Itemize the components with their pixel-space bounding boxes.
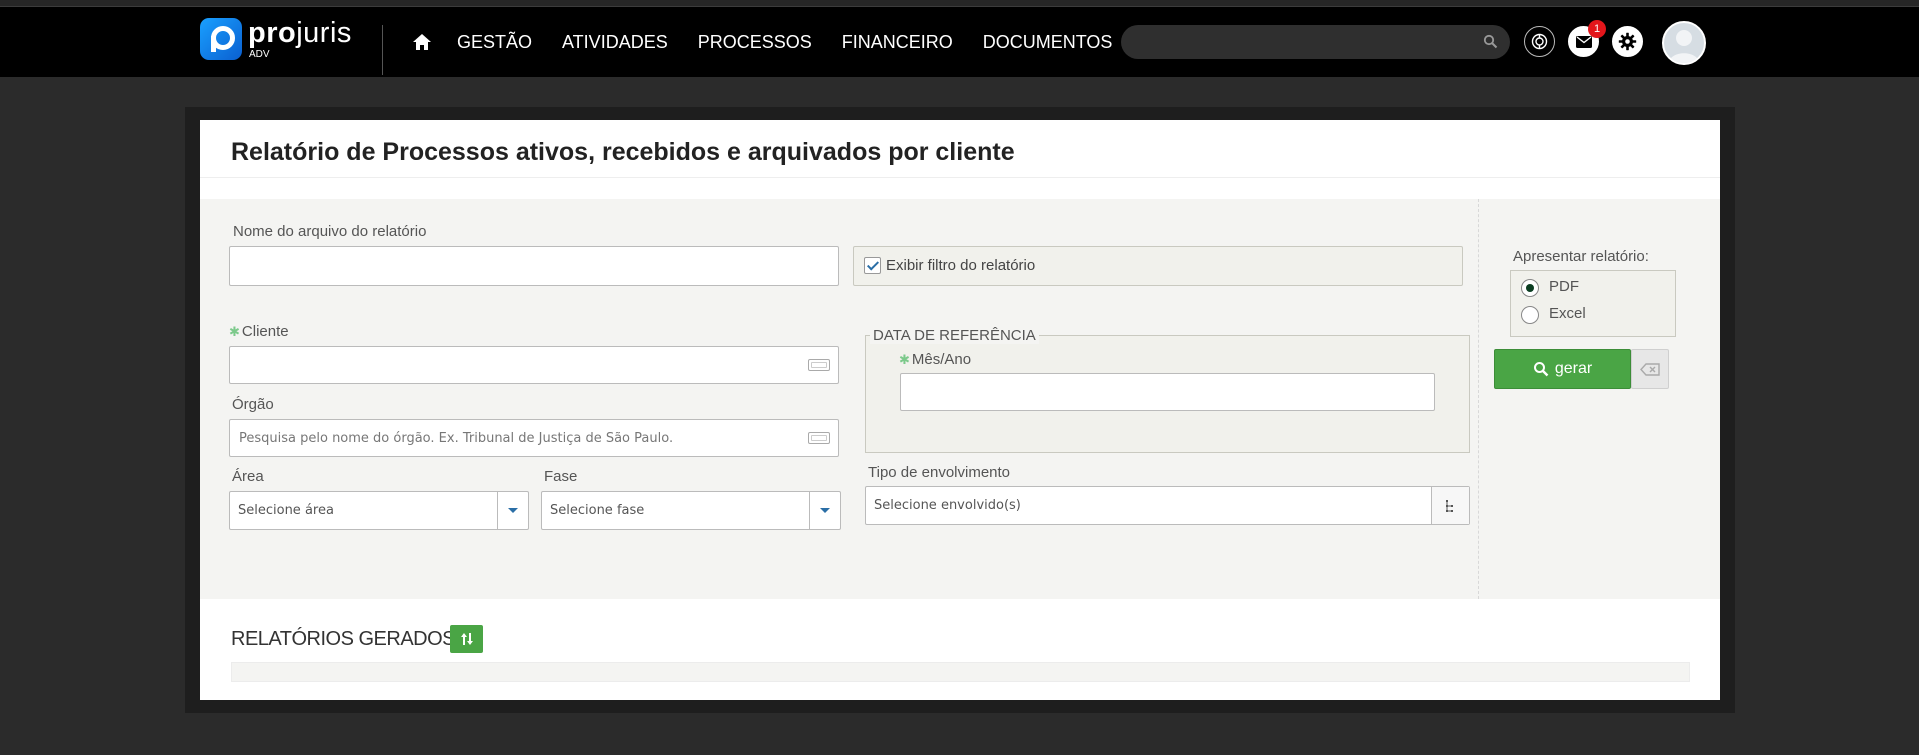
gerar-button[interactable]: gerar	[1494, 349, 1631, 389]
top-strip	[0, 0, 1919, 7]
nav-atividades[interactable]: ATIVIDADES	[562, 32, 668, 53]
area-select[interactable]: Selecione área	[229, 491, 529, 530]
nav-documentos[interactable]: DOCUMENTOS	[983, 32, 1113, 53]
ai-assistant-button[interactable]	[1524, 26, 1555, 57]
exibir-filtro-option[interactable]: Exibir filtro do relatório	[853, 246, 1463, 286]
user-silhouette-icon	[1669, 30, 1699, 63]
global-search	[1121, 25, 1510, 59]
envelope-icon	[1575, 35, 1592, 48]
apresentar-label: Apresentar relatório:	[1513, 248, 1649, 265]
settings-button[interactable]	[1612, 26, 1643, 57]
user-avatar[interactable]	[1662, 21, 1706, 65]
page-title: Relatório de Processos ativos, recebidos…	[231, 138, 1015, 166]
home-icon[interactable]	[411, 31, 433, 53]
gear-icon	[1618, 32, 1637, 51]
radio-pdf[interactable]	[1521, 279, 1539, 297]
chevron-down-icon[interactable]	[497, 492, 528, 529]
projuris-logo-icon	[200, 18, 242, 60]
column-divider	[1478, 199, 1479, 599]
sort-button[interactable]	[450, 625, 483, 653]
nav-gestao[interactable]: GESTÃO	[457, 32, 532, 53]
nome-arquivo-input[interactable]	[230, 247, 838, 285]
title-divider	[200, 177, 1720, 178]
search-icon	[1533, 362, 1549, 377]
nav-financeiro[interactable]: FINANCEIRO	[842, 32, 953, 53]
logo-wordmark: projuris	[248, 16, 352, 49]
radio-excel-label[interactable]: Excel	[1549, 305, 1586, 322]
relatorios-gerados-list	[231, 662, 1690, 682]
search-icon[interactable]	[1483, 34, 1498, 49]
projuris-logo[interactable]: projuris ADV	[200, 18, 352, 60]
nav-divider	[382, 25, 383, 75]
nav-processos[interactable]: PROCESSOS	[698, 32, 812, 53]
orgao-input[interactable]	[230, 420, 838, 456]
nome-arquivo-field	[229, 246, 839, 286]
tipo-envolvimento-value: Selecione envolvido(s)	[874, 498, 1021, 513]
chevron-down-icon[interactable]	[809, 492, 840, 529]
tipo-envolvimento-label: Tipo de envolvimento	[868, 464, 1011, 481]
report-panel: Relatório de Processos ativos, recebidos…	[200, 120, 1720, 700]
main-nav: GESTÃO ATIVIDADES PROCESSOS FINANCEIRO D…	[411, 7, 1142, 77]
lookup-icon[interactable]	[808, 432, 830, 444]
formato-radio-group: PDF Excel	[1510, 270, 1676, 337]
exibir-filtro-checkbox[interactable]	[864, 257, 881, 274]
ai-assistant-icon	[1531, 33, 1548, 50]
area-label: Área	[232, 468, 264, 485]
clear-button[interactable]	[1631, 349, 1669, 389]
exibir-filtro-label: Exibir filtro do relatório	[886, 257, 1036, 274]
radio-excel[interactable]	[1521, 306, 1539, 324]
fase-label: Fase	[544, 468, 578, 485]
radio-pdf-label[interactable]: PDF	[1549, 278, 1579, 295]
lookup-icon[interactable]	[808, 359, 830, 371]
orgao-label: Órgão	[232, 396, 274, 413]
required-asterisk-icon: ✱	[229, 324, 240, 339]
messages-button[interactable]: 1	[1568, 20, 1606, 57]
orgao-field	[229, 419, 839, 457]
cliente-label: ✱ Cliente	[229, 323, 289, 340]
tree-list-icon	[1445, 499, 1453, 512]
logo-subtitle: ADV	[249, 48, 270, 60]
mes-ano-input[interactable]	[901, 374, 1434, 410]
required-asterisk-icon: ✱	[899, 352, 910, 367]
relatorios-gerados-title: RELATÓRIOS GERADOS	[231, 628, 456, 650]
fase-select[interactable]: Selecione fase	[541, 491, 841, 530]
notification-badge: 1	[1588, 20, 1606, 38]
mes-ano-field	[900, 373, 1435, 411]
search-input[interactable]	[1121, 25, 1489, 59]
fase-select-value: Selecione fase	[550, 503, 645, 518]
gerar-button-label: gerar	[1554, 360, 1593, 377]
tree-select-button[interactable]	[1431, 487, 1469, 524]
area-select-value: Selecione área	[238, 503, 334, 518]
nome-arquivo-label: Nome do arquivo do relatório	[233, 223, 427, 240]
mes-ano-label: ✱ Mês/Ano	[899, 351, 972, 368]
cliente-field	[229, 346, 839, 384]
data-referencia-legend: DATA DE REFERÊNCIA	[870, 327, 1039, 344]
cliente-input[interactable]	[230, 347, 838, 383]
backspace-icon	[1640, 362, 1660, 376]
tipo-envolvimento-select[interactable]: Selecione envolvido(s)	[865, 486, 1470, 525]
sort-arrows-icon	[460, 633, 473, 645]
